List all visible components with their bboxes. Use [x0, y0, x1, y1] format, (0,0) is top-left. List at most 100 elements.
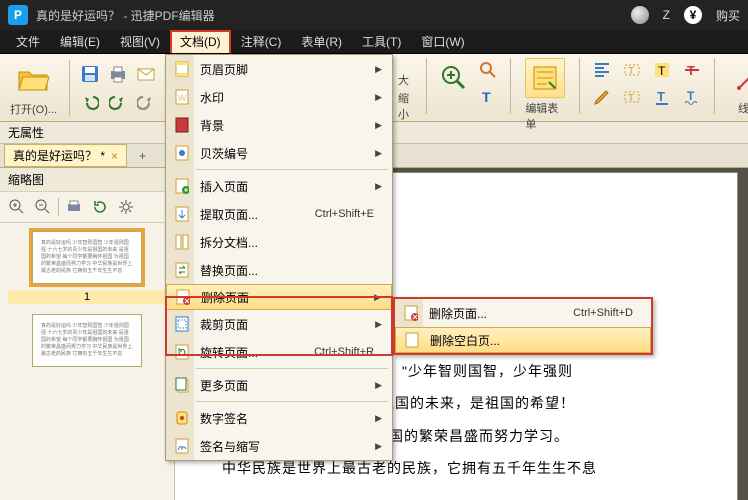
folder-open-icon: [17, 64, 51, 94]
thumbnail-list[interactable]: 真的是好运吗 少年智则国智 少年强则国强 十六七岁的青少年是祖国的未来 是祖国的…: [0, 223, 174, 500]
submenu-arrow-icon: ▶: [375, 120, 382, 131]
submenu-delete-blank[interactable]: 删除空白页...: [395, 327, 651, 353]
undo-button[interactable]: [78, 90, 102, 114]
highlight-button[interactable]: T: [650, 58, 674, 82]
pencil-icon: [593, 88, 611, 106]
textbox-button[interactable]: T: [620, 58, 644, 82]
menu-replace-page[interactable]: 替换页面...: [166, 256, 392, 284]
mail-icon: [137, 65, 155, 83]
globe-icon[interactable]: [631, 6, 649, 24]
doc-tab-close[interactable]: ×: [111, 149, 118, 163]
strike-t-icon: T: [683, 61, 701, 79]
text-edit-button[interactable]: T: [476, 85, 500, 109]
menu-label: 水印: [194, 89, 375, 106]
menubar: 文件 编辑(E) 视图(V) 文档(D) 注释(C) 表单(R) 工具(T) 窗…: [0, 30, 748, 54]
replace-page-icon: [174, 262, 190, 278]
menu-file[interactable]: 文件: [6, 30, 50, 53]
thumb-options[interactable]: [115, 196, 137, 218]
yen-icon[interactable]: ¥: [684, 6, 702, 24]
rotate-icon: [92, 199, 108, 215]
menu-label: 拆分文档...: [194, 234, 382, 251]
underline-t-icon: T: [653, 88, 671, 106]
menu-document[interactable]: 文档(D): [170, 30, 231, 53]
pencil-button[interactable]: [590, 85, 614, 109]
menu-delete-page[interactable]: 删除页面 ▶: [166, 284, 392, 310]
menu-label: 背景: [194, 117, 375, 134]
menu-tool[interactable]: 工具(T): [352, 30, 411, 53]
thumb-print[interactable]: [63, 196, 85, 218]
redo-icon: [109, 93, 127, 111]
floppy-icon: [81, 65, 99, 83]
thumbnail-page-1[interactable]: 真的是好运吗 少年智则国智 少年强则国强 十六七岁的青少年是祖国的未来 是祖国的…: [32, 231, 142, 284]
line-tool-button[interactable]: [729, 58, 748, 98]
textbox2-button[interactable]: T: [620, 85, 644, 109]
thumb-rotate[interactable]: [89, 196, 111, 218]
menu-rotate-page[interactable]: 旋转页面... Ctrl+Shift+R: [166, 338, 392, 366]
delete-page-submenu: 删除页面... Ctrl+Shift+D 删除空白页...: [393, 297, 653, 355]
menu-watermark[interactable]: W 水印 ▶: [166, 83, 392, 111]
menu-shortcut: Ctrl+Shift+E: [315, 208, 382, 220]
menu-insert-page[interactable]: 插入页面 ▶: [166, 172, 392, 200]
svg-text:T: T: [628, 66, 634, 77]
thumb-zoom-in[interactable]: [6, 196, 28, 218]
menu-form[interactable]: 表单(R): [291, 30, 352, 53]
align-left-button[interactable]: [590, 58, 614, 82]
doc-tab-add[interactable]: +: [133, 147, 152, 165]
menu-label: 删除页面: [195, 289, 374, 306]
textbox-icon: T: [623, 61, 641, 79]
align-left-icon: [593, 61, 611, 79]
menu-bates[interactable]: 贝茨编号 ▶: [166, 139, 392, 167]
menu-digital-sign[interactable]: 数字签名 ▶: [166, 404, 392, 432]
thumbnail-page-2[interactable]: 真的是好运吗 少年智则国智 少年强则国强 十六七岁的青少年是祖国的未来 是祖国的…: [32, 314, 142, 367]
svg-text:T: T: [657, 89, 665, 104]
menu-window[interactable]: 窗口(W): [411, 30, 474, 53]
doc-tab[interactable]: 真的是好运吗？ * ×: [4, 144, 127, 167]
zoom-in-button[interactable]: [437, 58, 470, 98]
thumb-zoom-out[interactable]: [32, 196, 54, 218]
window-title: 真的是好运吗？ - 迅捷PDF编辑器: [36, 7, 631, 24]
strike-button[interactable]: T: [680, 58, 704, 82]
app-logo: P: [8, 5, 28, 25]
redo-alt-button[interactable]: [134, 90, 158, 114]
menu-split-doc[interactable]: 拆分文档...: [166, 228, 392, 256]
printer-small-icon: [66, 199, 82, 215]
submenu-shortcut: Ctrl+Shift+D: [573, 307, 641, 319]
buy-button[interactable]: 购买: [716, 7, 740, 24]
open-button[interactable]: [14, 59, 54, 99]
menu-sign-abbr[interactable]: 签名与缩写 ▶: [166, 432, 392, 460]
delete-page-icon: [403, 305, 419, 321]
menu-extract-page[interactable]: 提取页面... Ctrl+Shift+E: [166, 200, 392, 228]
line-icon: [735, 64, 748, 92]
zoom-out-icon: [479, 61, 497, 79]
menu-more-page[interactable]: 更多页面 ▶: [166, 371, 392, 399]
plus-magnify-icon: [9, 199, 25, 215]
menu-crop-page[interactable]: 裁剪页面 ▶: [166, 310, 392, 338]
svg-text:W: W: [178, 93, 187, 103]
menu-shortcut: Ctrl+Shift+R: [314, 346, 382, 358]
submenu-arrow-icon: ▶: [375, 441, 382, 452]
menu-view[interactable]: 视图(V): [110, 30, 170, 53]
submenu-delete-page[interactable]: 删除页面... Ctrl+Shift+D: [395, 299, 651, 327]
sign-abbr-icon: [174, 438, 190, 454]
submenu-arrow-icon: ▶: [375, 380, 382, 391]
highlight-t-icon: T: [653, 61, 671, 79]
menu-comment[interactable]: 注释(C): [231, 30, 292, 53]
menu-header-footer[interactable]: 页眉页脚 ▶: [166, 55, 392, 83]
extract-page-icon: [174, 206, 190, 222]
more-page-icon: [174, 377, 190, 393]
submenu-arrow-icon: ▶: [375, 181, 382, 192]
zoom-out-button[interactable]: [476, 58, 500, 82]
menu-background[interactable]: 背景 ▶: [166, 111, 392, 139]
squiggly-button[interactable]: T: [680, 85, 704, 109]
underline-button[interactable]: T: [650, 85, 674, 109]
mail-button[interactable]: [134, 62, 158, 86]
submenu-arrow-icon: ▶: [375, 64, 382, 75]
print-button[interactable]: [106, 62, 130, 86]
noattr-label: 无属性: [8, 124, 44, 141]
submenu-label: 删除页面...: [423, 305, 573, 322]
redo-button[interactable]: [106, 90, 130, 114]
undo-icon: [81, 93, 99, 111]
menu-edit[interactable]: 编辑(E): [50, 30, 110, 53]
edit-form-button[interactable]: [525, 58, 565, 98]
save-button[interactable]: [78, 62, 102, 86]
